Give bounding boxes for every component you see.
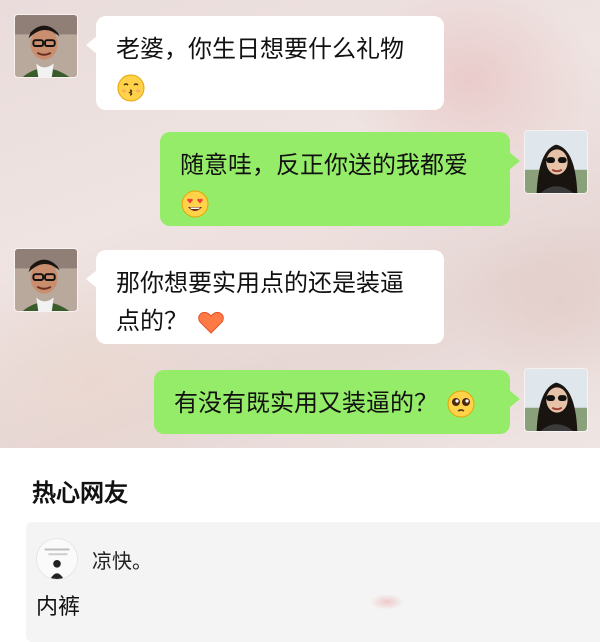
message-bubble-3[interactable]: 那你想要实用点的还是装逼 点的？ <box>86 250 444 344</box>
message-bubble-4[interactable]: 有没有既实用又装逼的？ <box>154 370 520 434</box>
comment-card[interactable]: 凉快。 内裤 <box>26 522 600 642</box>
bubble-tail <box>86 270 97 288</box>
heart-eyes-emoji-icon <box>180 189 210 219</box>
message-bubble-2[interactable]: 随意哇，反正你送的我都爱 <box>160 132 520 226</box>
comment-text: 内裤 <box>36 595 81 620</box>
orange-heart-emoji-icon <box>196 307 226 337</box>
chat-screenshot: 老婆，你生日想要什么礼物 随意哇，反正你送的我都爱 那你想要实用点的还是装逼 点… <box>0 0 600 448</box>
message-text-1: 老婆，你生日想要什么礼物 <box>116 35 404 63</box>
message-text-2: 随意哇，反正你送的我都爱 <box>180 151 468 179</box>
bubble-tail <box>509 390 520 408</box>
commenter-username[interactable]: 凉快。 <box>92 548 152 574</box>
decorative-smudge <box>370 594 404 610</box>
message-text-3-cont: 点的？ <box>116 307 188 335</box>
comments-section-title: 热心网友 <box>32 479 128 507</box>
bubble-tail <box>509 152 520 170</box>
bubble-tail <box>86 36 97 54</box>
commenter-avatar[interactable] <box>36 538 78 580</box>
wife-avatar[interactable] <box>524 130 588 194</box>
message-text-3: 那你想要实用点的还是装逼 <box>116 269 404 297</box>
husband-avatar[interactable] <box>14 14 78 78</box>
husband-avatar[interactable] <box>14 248 78 312</box>
message-bubble-1[interactable]: 老婆，你生日想要什么礼物 <box>86 16 444 110</box>
message-text-4: 有没有既实用又装逼的？ <box>174 389 438 417</box>
wife-avatar[interactable] <box>524 368 588 432</box>
kissing-face-emoji-icon <box>116 73 146 103</box>
pleading-face-emoji-icon <box>446 389 476 419</box>
